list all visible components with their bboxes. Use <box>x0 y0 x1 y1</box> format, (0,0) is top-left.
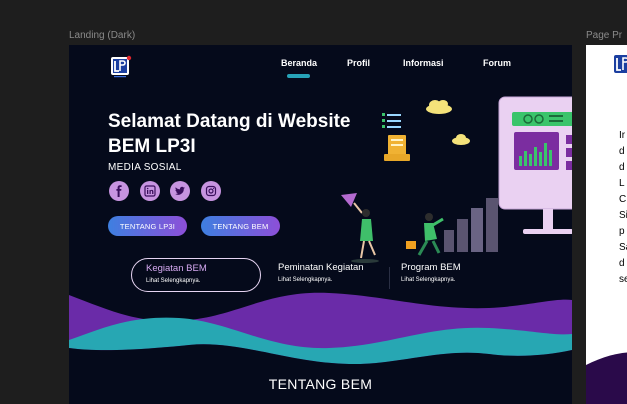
facebook-icon[interactable] <box>109 181 129 201</box>
text-line: Si <box>619 210 627 221</box>
text-line: p <box>619 226 625 237</box>
nav-forum[interactable]: Forum <box>483 58 511 68</box>
wave-decoration <box>586 352 627 404</box>
card-subtitle[interactable]: Lihat Selengkapnya. <box>401 277 483 283</box>
text-line: L <box>619 178 625 189</box>
card-subtitle[interactable]: Lihat Selengkapnya. <box>278 277 375 283</box>
monitor-graphic <box>498 96 572 234</box>
text-line: d <box>619 258 625 269</box>
man-figure <box>406 213 444 256</box>
card-subtitle[interactable]: Lihat Selengkapnya. <box>146 278 246 284</box>
text-line: Ir <box>619 130 626 141</box>
tentang-bem-button[interactable]: TENTANG BEM <box>201 216 280 236</box>
instagram-icon[interactable] <box>201 181 221 201</box>
tentang-bem-heading: TENTANG BEM <box>268 376 373 392</box>
linkedin-icon[interactable] <box>140 181 160 201</box>
card-title: Kegiatan BEM <box>146 263 207 274</box>
text-line: C <box>619 194 627 205</box>
text-line: Sa <box>619 242 627 253</box>
text-line: d <box>619 162 625 173</box>
card-program-bem[interactable]: Program BEM Lihat Selengkapnya. <box>387 258 497 292</box>
card-peminatan-kegiatan[interactable]: Peminatan Kegiatan Lihat Selengkapnya. <box>264 258 389 292</box>
cloud-icon <box>452 134 470 145</box>
card-kegiatan-bem[interactable]: Kegiatan BEM Lihat Selengkapnya. <box>131 258 261 292</box>
card-title: Program BEM <box>401 262 461 273</box>
media-sosial-label: MEDIA SOSIAL <box>108 162 182 173</box>
next-frame-text: Ir d d L C Si p Sa d se <box>619 128 627 288</box>
bar-chart-graphic <box>444 198 498 252</box>
text-line: d <box>619 146 625 157</box>
woman-figure <box>341 193 379 263</box>
list-icon <box>382 113 401 128</box>
cloud-icon <box>426 100 452 114</box>
next-frame: Ir d d L C Si p Sa d se <box>586 45 627 404</box>
landing-frame: Beranda Profil Informasi Forum Selamat D… <box>69 45 572 404</box>
lp3i-logo <box>614 55 627 73</box>
text-line: se <box>619 274 627 285</box>
nav-beranda[interactable]: Beranda <box>281 58 317 68</box>
hero-title-line2: BEM LP3I <box>108 136 196 157</box>
nav-profil[interactable]: Profil <box>347 58 370 68</box>
card-title: Peminatan Kegiatan <box>278 262 364 273</box>
lp3i-logo[interactable] <box>109 55 133 79</box>
frame-label[interactable]: Landing (Dark) <box>69 30 135 41</box>
wave-decoration <box>69 292 572 370</box>
nav-informasi[interactable]: Informasi <box>403 58 444 68</box>
tentang-lp3i-button[interactable]: TENTANG LP3I <box>108 216 187 236</box>
hero-illustration <box>341 96 572 263</box>
document-icon <box>384 135 410 161</box>
hero-title-line1: Selamat Datang di Website <box>108 111 351 132</box>
next-frame-label[interactable]: Page Pr <box>586 30 622 41</box>
nav-active-indicator <box>287 74 310 78</box>
twitter-icon[interactable] <box>170 181 190 201</box>
